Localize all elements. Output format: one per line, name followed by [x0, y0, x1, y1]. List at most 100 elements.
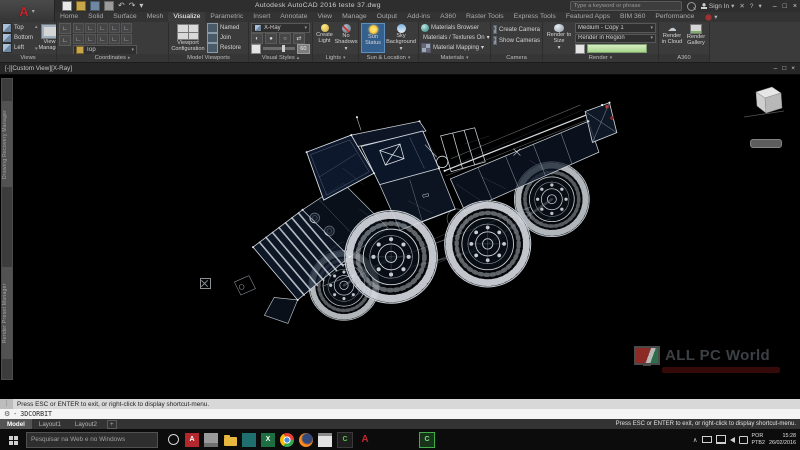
material-mapping-button[interactable]: Material Mapping▾ [421, 43, 488, 52]
shadow-style-icon[interactable]: ● [265, 33, 277, 44]
help-icon[interactable]: ? [750, 3, 754, 10]
save-icon[interactable] [90, 1, 100, 11]
tab-view[interactable]: View [312, 12, 337, 22]
create-camera-button[interactable]: Create Camera [493, 25, 540, 34]
render-region-combo[interactable]: Render in Region ▾ [575, 34, 656, 44]
ucs-icon[interactable]: ∟ [73, 34, 84, 44]
ucs-icon[interactable]: ∟ [73, 23, 84, 33]
record-button[interactable]: ▾ [705, 12, 717, 22]
minimize-button[interactable]: – [773, 3, 777, 10]
speaker-icon[interactable] [730, 437, 735, 443]
tab-solid[interactable]: Solid [83, 12, 108, 22]
tab-home[interactable]: Home [55, 12, 83, 22]
help-search-input[interactable] [570, 1, 682, 11]
drawing-viewport[interactable]: [-][Custom View][X-Ray] – □ × Drawing Re… [0, 62, 800, 399]
view-left-button[interactable]: Left [2, 43, 33, 52]
taskbar-search-input[interactable] [26, 432, 158, 448]
excel-icon[interactable]: X [261, 433, 275, 447]
ucs-icon[interactable]: ∟ [85, 34, 96, 44]
no-shadows-button[interactable]: No Shadows ▾ [336, 23, 356, 53]
tab-mesh[interactable]: Mesh [142, 12, 169, 22]
tab-layout1[interactable]: Layout1 [32, 419, 68, 429]
ucs-icon[interactable]: ∟ [97, 23, 108, 33]
sign-in-button[interactable]: Sign In ▾ [701, 2, 735, 10]
join-viewports-button[interactable]: Join [207, 33, 241, 42]
notification-icon[interactable] [739, 436, 748, 444]
viewport-label[interactable]: [-][Custom View][X-Ray] [5, 65, 72, 72]
tab-express-tools[interactable]: Express Tools [509, 12, 561, 22]
new-file-icon[interactable] [62, 1, 72, 11]
viewport-configuration-button[interactable]: Viewport Configuration [171, 23, 205, 53]
tab-parametric[interactable]: Parametric [205, 12, 248, 22]
named-viewports-button[interactable]: Named [207, 23, 241, 32]
render-preset-combo[interactable]: Medium - Copy 1 ▾ [575, 23, 656, 33]
render-output-icon[interactable] [575, 44, 585, 54]
restore-button[interactable]: □ [783, 3, 787, 10]
render-in-cloud-button[interactable]: ☁ Render in Cloud [661, 23, 683, 53]
printer-icon[interactable] [204, 433, 218, 447]
camtasia-icon[interactable]: C [337, 432, 353, 448]
calculator-icon[interactable] [318, 433, 332, 447]
restore-viewports-button[interactable]: Restore [207, 43, 241, 52]
store-app-icon[interactable] [242, 433, 256, 447]
sky-background-button[interactable]: Sky Background ▾ [387, 23, 415, 53]
ucs-icon[interactable]: ∟ [85, 23, 96, 33]
search-binoculars-icon[interactable] [687, 2, 696, 11]
cortana-icon[interactable] [166, 433, 180, 447]
plot-icon[interactable] [104, 1, 114, 11]
chrome-icon[interactable] [280, 433, 294, 447]
language-indicator[interactable]: POR PTB2 [752, 433, 765, 445]
materials-browser-button[interactable]: Materials Browser [421, 23, 488, 32]
materials-textures-button[interactable]: Materials / Textures On▾ [421, 33, 488, 42]
command-input-text[interactable]: 3DCORBIT [20, 410, 52, 418]
command-line[interactable]: ⚙ - 3DCORBIT [0, 409, 800, 419]
render-to-size-button[interactable]: Render to Size ▾ [545, 23, 573, 53]
face-style-icon[interactable]: ◐ [251, 33, 263, 44]
view-top-button[interactable]: Top [2, 23, 33, 32]
open-file-icon[interactable] [76, 1, 86, 11]
tab-manage[interactable]: Manage [337, 12, 372, 22]
tab-a360[interactable]: A360 [435, 12, 461, 22]
render-gallery-button[interactable]: Render Gallery [685, 23, 707, 53]
views-scroll[interactable]: ▴ ▾ [35, 23, 38, 53]
tab-surface[interactable]: Surface [108, 12, 141, 22]
ucs-icon[interactable]: ∟ [109, 34, 120, 44]
qat-dropdown-icon[interactable]: ▾ [139, 2, 143, 10]
tab-insert[interactable]: Insert [248, 12, 275, 22]
viewcube[interactable] [744, 84, 784, 118]
create-light-button[interactable]: Create Light [315, 23, 334, 53]
viewport-restore-button[interactable]: □ [782, 65, 786, 72]
tab-annotate[interactable]: Annotate [275, 12, 312, 22]
tab-visualize[interactable]: Visualize [168, 12, 205, 22]
new-layout-button[interactable]: + [107, 420, 117, 429]
firefox-icon[interactable] [299, 433, 313, 447]
adobe-reader-icon[interactable]: A [185, 433, 199, 447]
tab-output[interactable]: Output [372, 12, 402, 22]
ucs-previous-icon[interactable]: ∟ [59, 35, 71, 46]
recorder-active-icon[interactable]: C [419, 432, 435, 448]
clock[interactable]: 15:28 26/02/2016 [769, 433, 796, 445]
redo-icon[interactable]: ↷ [129, 2, 136, 10]
tab-featured-apps[interactable]: Featured Apps [561, 12, 615, 22]
viewport-minimize-button[interactable]: – [774, 65, 778, 72]
ucs-icon[interactable]: ∟ [109, 23, 120, 33]
command-customize-icon[interactable]: ⚙ [4, 410, 10, 418]
visual-style-combo[interactable]: X-Ray ▾ [251, 23, 310, 33]
show-cameras-button[interactable]: Show Cameras [493, 36, 540, 45]
tab-bim360[interactable]: BIM 360 [615, 12, 650, 22]
navigation-bar[interactable] [750, 139, 782, 148]
close-button[interactable]: × [793, 3, 797, 10]
opacity-slider[interactable] [263, 47, 295, 50]
ucs-named-combo[interactable]: Top ▾ [73, 45, 137, 54]
undo-icon[interactable]: ↶ [118, 2, 125, 10]
a360-exchange-icon[interactable]: ✕ [739, 2, 744, 10]
viewport-close-button[interactable]: × [791, 65, 795, 72]
file-explorer-icon[interactable] [223, 433, 237, 447]
sun-status-button[interactable]: Sun Status [361, 23, 385, 53]
tab-addins[interactable]: Add-ins [402, 12, 435, 22]
view-manager-button[interactable]: View Manager [40, 23, 56, 53]
slider-handle[interactable] [282, 45, 285, 52]
start-button[interactable] [0, 429, 26, 450]
application-menu-button[interactable]: A ▾ [0, 0, 55, 22]
tab-raster-tools[interactable]: Raster Tools [461, 12, 509, 22]
